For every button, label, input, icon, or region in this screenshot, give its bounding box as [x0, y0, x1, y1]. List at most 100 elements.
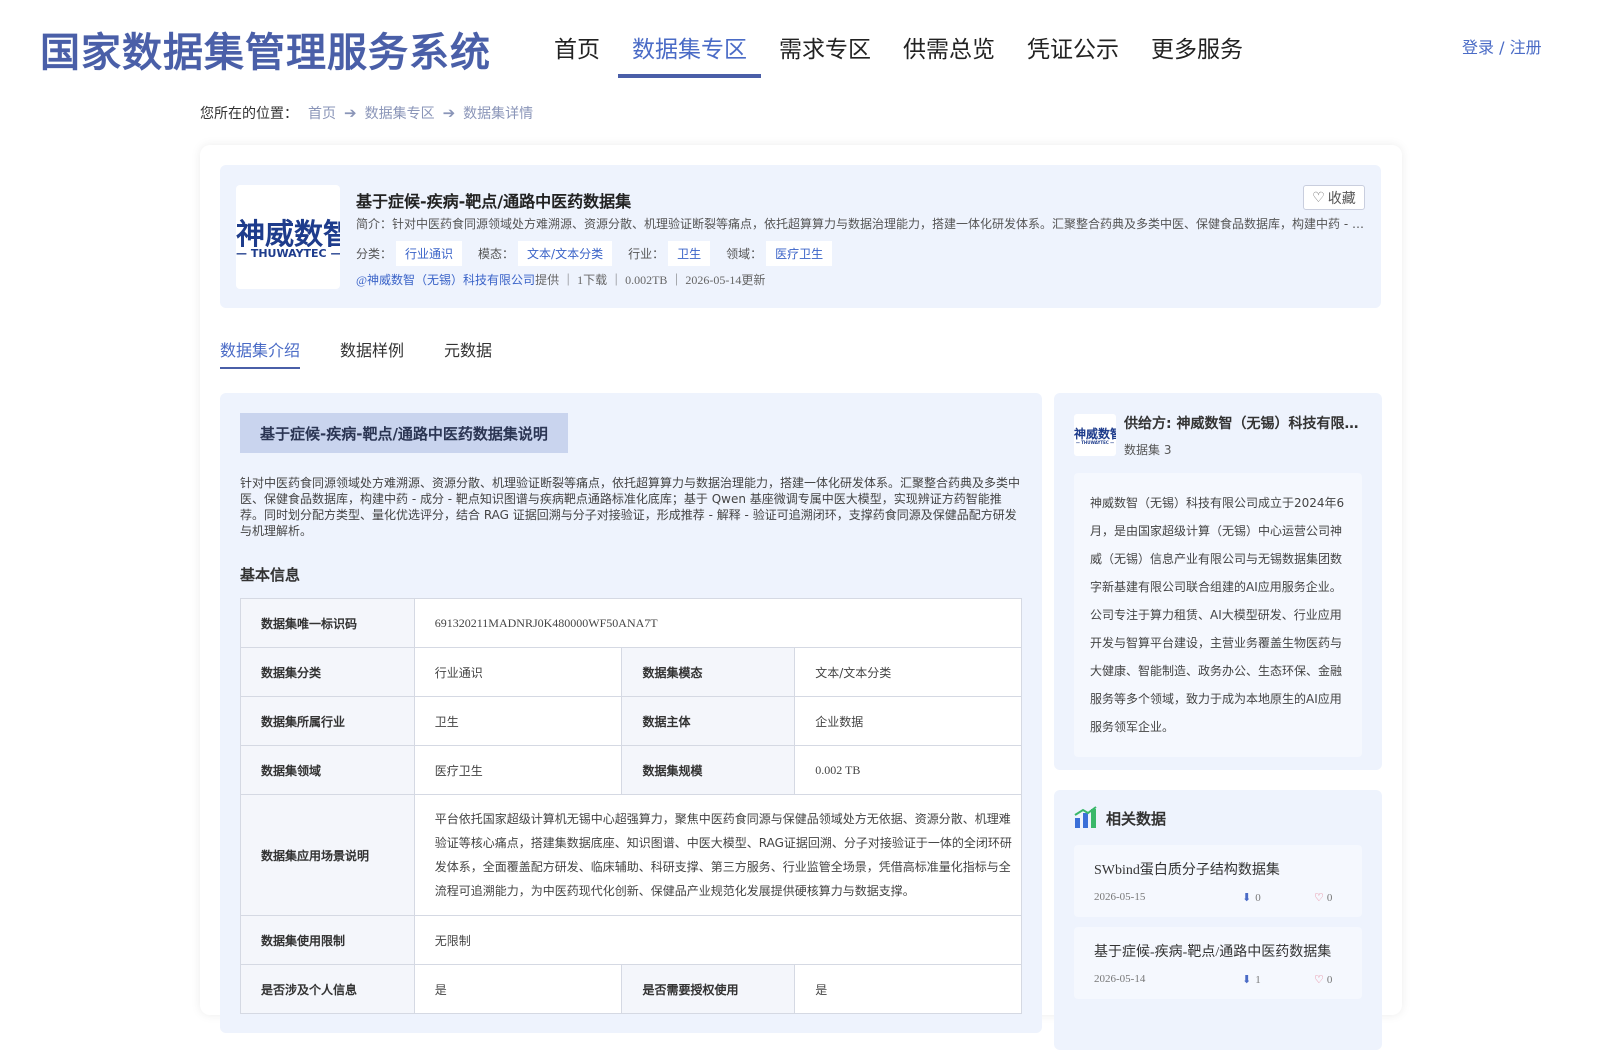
dataset-summary-card: 神威数智 — THUWAYTEC — 基于症候-疾病-靶点/通路中医药数据集 ♡…: [220, 165, 1381, 308]
nav-more-services[interactable]: 更多服务: [1137, 24, 1257, 78]
related-item-downloads: ⬇ 0: [1242, 891, 1261, 904]
related-item[interactable]: SWbind蛋白质分子结构数据集 2026-05-15 ⬇ 0 ♡ 0: [1074, 845, 1362, 917]
field-label: 数据集规模: [621, 745, 796, 795]
supplier-logo[interactable]: 神威数智 — THUWAYTEC —: [1074, 414, 1116, 456]
field-value: 文本/文本分类: [794, 647, 1022, 697]
tag-category[interactable]: 行业通识: [396, 241, 463, 266]
related-item[interactable]: 基于症候-疾病-靶点/通路中医药数据集 2026-05-14 ⬇ 1 ♡ 0: [1074, 927, 1362, 999]
like-count: 0: [1326, 892, 1333, 904]
related-item-likes: ♡ 0: [1314, 973, 1332, 986]
field-value: 卫生: [413, 696, 623, 746]
field-label: 数据主体: [621, 696, 796, 746]
related-item-name[interactable]: SWbind蛋白质分子结构数据集: [1094, 859, 1280, 879]
description-heading: 基于症候-疾病-靶点/通路中医药数据集说明: [240, 413, 568, 453]
nav-home[interactable]: 首页: [540, 24, 614, 78]
field-label: 是否涉及个人信息: [240, 964, 415, 1014]
breadcrumb-dataset-zone[interactable]: 数据集专区: [365, 103, 435, 123]
field-value: 行业通识: [413, 647, 623, 697]
table-row: 数据集所属行业 卫生 数据主体 企业数据: [240, 696, 1022, 746]
heart-icon: ♡: [1314, 974, 1324, 986]
table-row: 是否涉及个人信息 是 是否需要授权使用 是: [240, 964, 1022, 1014]
tab-dataset-intro[interactable]: 数据集介绍: [220, 337, 301, 369]
basic-info-table: 数据集唯一标识码 691320211MADNRJ0K480000WF50ANA7…: [240, 598, 1023, 1014]
field-value: 是: [794, 964, 1022, 1014]
main-nav: 首页 数据集专区 需求专区 供需总览 凭证公示 更多服务: [540, 24, 1261, 78]
field-value: 0.002 TB: [794, 745, 1022, 795]
field-label: 数据集模态: [621, 647, 796, 697]
bar-chart-icon: [1074, 806, 1097, 828]
download-count: 0: [1255, 892, 1261, 904]
dataset-tags: 分类： 行业通识 模态： 文本/文本分类 行业： 卫生 领域： 医疗卫生: [356, 241, 848, 266]
field-value: 是: [413, 964, 623, 1014]
field-label: 数据集分类: [240, 647, 415, 697]
tag-domain[interactable]: 医疗卫生: [766, 241, 833, 266]
table-row: 数据集使用限制 无限制: [240, 915, 1023, 965]
table-row: 数据集应用场景说明 平台依托国家超级计算机无锡中心超强算力，聚焦中医药食同源与保…: [240, 794, 1023, 916]
table-row: 数据集分类 行业通识 数据集模态 文本/文本分类: [240, 647, 1022, 697]
nav-dataset-zone[interactable]: 数据集专区: [618, 24, 761, 78]
heart-icon: ♡: [1314, 892, 1324, 904]
field-label: 数据集领域: [240, 745, 415, 795]
login-register-link[interactable]: 登录 / 注册: [1462, 34, 1542, 58]
arrow-right-icon: ➔: [442, 105, 456, 122]
logo-text-en: — THUWAYTEC —: [236, 247, 340, 260]
table-row: 数据集领域 医疗卫生 数据集规模 0.002 TB: [240, 745, 1022, 795]
dataset-provider-logo: 神威数智 — THUWAYTEC —: [236, 185, 340, 289]
nav-voucher-notice[interactable]: 凭证公示: [1013, 24, 1133, 78]
supplier-dataset-count: 数据集 3: [1124, 443, 1172, 457]
nav-supply-demand-overview[interactable]: 供需总览: [889, 24, 1009, 78]
field-label: 数据集所属行业: [240, 696, 415, 746]
description-text: 针对中医药食同源领域处方难溯源、资源分散、机理验证断裂等痛点，依托超算算力与数据…: [240, 476, 1021, 538]
field-value: 医疗卫生: [413, 745, 623, 795]
dataset-title: 基于症候-疾病-靶点/通路中医药数据集: [356, 192, 632, 211]
dataset-intro-panel: 基于症候-疾病-靶点/通路中医药数据集说明 针对中医药食同源领域处方难溯源、资源…: [220, 393, 1042, 1033]
supplier-description: 神威数智（无锡）科技有限公司成立于2024年6月，是由国家超级计算（无锡）中心运…: [1074, 473, 1362, 757]
supplier-name[interactable]: 供给方: 神威数智（无锡）科技有限公司: [1124, 413, 1364, 433]
download-count: 1: [1255, 974, 1261, 986]
field-value: 企业数据: [794, 696, 1022, 746]
field-value: 691320211MADNRJ0K480000WF50ANA7T: [413, 598, 1023, 648]
related-item-downloads: ⬇ 1: [1242, 973, 1261, 986]
breadcrumb-dataset-detail: 数据集详情: [463, 107, 534, 122]
dataset-detail-card: 神威数智 — THUWAYTEC — 基于症候-疾病-靶点/通路中医药数据集 ♡…: [200, 145, 1402, 1050]
field-value: 无限制: [413, 915, 1023, 965]
like-count: 0: [1326, 974, 1333, 986]
tag-industry[interactable]: 卫生: [668, 241, 711, 266]
dataset-intro: 简介：针对中医药食同源领域处方难溯源、资源分散、机理验证断裂等痛点，依托超算算力…: [356, 217, 1366, 231]
related-item-name[interactable]: 基于症候-疾病-靶点/通路中医药数据集: [1094, 941, 1331, 961]
related-data-title: 相关数据: [1106, 810, 1167, 828]
breadcrumb-home[interactable]: 首页: [308, 103, 336, 123]
related-item-date: 2026-05-15: [1094, 891, 1146, 903]
tab-metadata[interactable]: 元数据: [444, 337, 492, 369]
tag-label-industry: 行业：: [628, 247, 665, 261]
favorite-button[interactable]: ♡ 收藏: [1303, 185, 1365, 210]
header: 国家数据集管理服务系统 首页 数据集专区 需求专区 供需总览 凭证公示 更多服务…: [0, 0, 1600, 90]
arrow-right-icon: ➔: [344, 105, 357, 122]
related-item-likes: ♡ 0: [1314, 891, 1332, 904]
field-value: 平台依托国家超级计算机无锡中心超强算力，聚焦中医药食同源与保健品领域处方无依据、…: [413, 794, 1023, 916]
site-brand[interactable]: 国家数据集管理服务系统: [40, 20, 491, 78]
dataset-meta-text: 提供 ｜ 1下载 ｜ 0.002TB ｜ 2026-05-14更新: [535, 273, 766, 287]
breadcrumb: 您所在的位置： 首页 ➔ 数据集专区 ➔ 数据集详情: [200, 103, 533, 123]
supplier-logo-en: — THUWAYTEC —: [1075, 440, 1115, 445]
favorite-label: 收藏: [1327, 190, 1356, 207]
detail-tabs: 数据集介绍 数据样例 元数据: [220, 337, 532, 369]
tab-data-sample[interactable]: 数据样例: [340, 337, 404, 369]
provider-link[interactable]: @神威数智（无锡）科技有限公司: [356, 273, 535, 287]
download-icon: ⬇: [1242, 974, 1252, 986]
basic-info-title: 基本信息: [240, 566, 301, 584]
tag-modality[interactable]: 文本/文本分类: [518, 241, 613, 266]
nav-demand-zone[interactable]: 需求专区: [765, 24, 885, 78]
tag-label-modality: 模态：: [478, 247, 515, 261]
download-icon: ⬇: [1242, 892, 1252, 904]
related-data-card: 相关数据 SWbind蛋白质分子结构数据集 2026-05-15 ⬇ 0 ♡ 0 基…: [1054, 790, 1382, 1050]
breadcrumb-prefix: 您所在的位置：: [200, 107, 298, 122]
table-row: 数据集唯一标识码 691320211MADNRJ0K480000WF50ANA7…: [240, 598, 1023, 648]
related-item-date: 2026-05-14: [1094, 973, 1146, 985]
field-label: 数据集唯一标识码: [240, 598, 415, 648]
dataset-meta: @神威数智（无锡）科技有限公司提供 ｜ 1下载 ｜ 0.002TB ｜ 2026…: [356, 271, 765, 288]
tag-label-domain: 领域：: [726, 247, 763, 261]
field-label: 是否需要授权使用: [621, 964, 796, 1014]
field-label: 数据集应用场景说明: [240, 794, 415, 916]
tag-label-category: 分类：: [356, 247, 393, 261]
